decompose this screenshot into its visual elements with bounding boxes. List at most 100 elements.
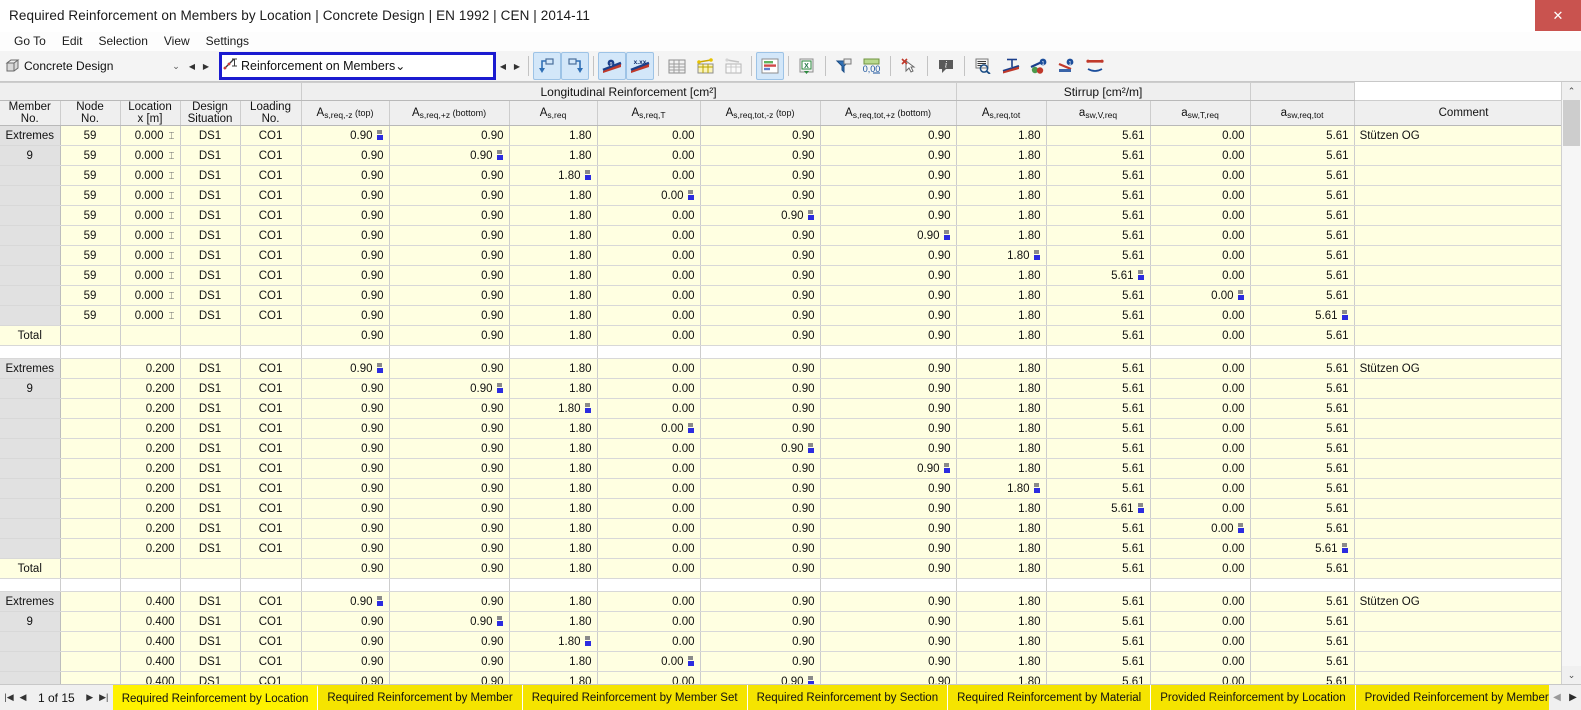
design-ratio-1-icon[interactable]: 1: [1025, 52, 1053, 80]
decimal-places-icon[interactable]: 0,00: [858, 52, 886, 80]
menu-item-view[interactable]: View: [156, 32, 198, 51]
last-page-button[interactable]: ▶|: [97, 686, 111, 710]
separator-cell: [820, 578, 957, 592]
table-row[interactable]: Extremes 0.200 DS1 CO1 0.90 0.90 1.80 0.00 0.90 0…: [0, 358, 1561, 379]
excel-export-icon[interactable]: X: [793, 52, 821, 80]
table-row[interactable]: 59 0.000 ⌶ DS1 CO1 0.90 0.90 1.80 0.00 0.90 0.90 1.…: [0, 185, 1561, 206]
tab-scroll-right-button[interactable]: ▶: [1565, 686, 1581, 710]
column-header-asw_v_req[interactable]: asw,V,req: [1046, 100, 1151, 126]
results-table-scroll[interactable]: Longitudinal Reinforcement [cm²] Stirrup …: [0, 82, 1561, 684]
table-row[interactable]: 9 0.200 DS1 CO1 0.90 0.90 1.80 0.00 0.90 0.90 1.80…: [0, 378, 1561, 399]
table-combo[interactable]: Reinforcement on Members ⌄: [219, 52, 496, 80]
table-row[interactable]: 0.400 DS1 CO1 0.90 0.90 1.80 0.00 0.90 0.90 1.80 5…: [0, 651, 1561, 672]
find-in-table-icon[interactable]: [969, 52, 997, 80]
menu-item-go-to[interactable]: Go To: [6, 32, 54, 51]
module-prev-button[interactable]: ◀: [185, 55, 199, 77]
column-header-asw_req_tot[interactable]: asw,req,tot: [1250, 100, 1355, 126]
column-header-asw_t_req[interactable]: asw,T,req: [1150, 100, 1251, 126]
cell-value: 0.00: [1222, 615, 1245, 628]
section-result-icon[interactable]: [997, 52, 1025, 80]
menu-item-settings[interactable]: Settings: [198, 32, 257, 51]
column-header-as_req_pz_bottom[interactable]: As,req,+z (bottom): [389, 100, 510, 126]
show-max-values-icon[interactable]: 9: [598, 52, 626, 80]
column-header-design_situation[interactable]: Design Situation: [180, 100, 241, 126]
table-row[interactable]: Extremes 0.400 DS1 CO1 0.90 0.90 1.80 0.00 0.90 0…: [0, 591, 1561, 612]
column-header-location[interactable]: Location x [m]: [120, 100, 181, 126]
sheet-tab-3[interactable]: Required Reinforcement by Section: [747, 685, 949, 710]
module-combo[interactable]: Concrete Design ⌄: [2, 55, 185, 77]
next-page-button[interactable]: ▶: [83, 686, 97, 710]
table-export-highlight-icon[interactable]: [691, 52, 719, 80]
redo-arrow-icon[interactable]: [561, 52, 589, 80]
table-row[interactable]: 0.400 DS1 CO1 0.90 0.90 1.80 0.00 0.90 0.90 1.80 5…: [0, 631, 1561, 652]
column-header-node[interactable]: Node No.: [60, 100, 121, 126]
table-row[interactable]: 0.200 DS1 CO1 0.90 0.90 1.80 0.00 0.90 0.90 1.80 5…: [0, 498, 1561, 519]
table-row[interactable]: 0.200 DS1 CO1 0.90 0.90 1.80 0.00 0.90 0.90 1.80 5…: [0, 418, 1561, 439]
table-row[interactable]: 59 0.000 ⌶ DS1 CO1 0.90 0.90 1.80 0.00 0.90 0.90 1.…: [0, 225, 1561, 246]
vertical-scroll-track[interactable]: [1562, 100, 1581, 666]
cell-asw_v_req: 5.61: [1046, 498, 1151, 519]
column-header-as_req_tot_pz_bottom[interactable]: As,req,tot,+z (bottom): [820, 100, 957, 126]
column-header-comment[interactable]: Comment: [1354, 100, 1561, 126]
table-row[interactable]: 59 0.000 ⌶ DS1 CO1 0.90 0.90 1.80 0.00 0.90 0.90 1.…: [0, 245, 1561, 266]
chevron-down-icon-2[interactable]: ⌄: [395, 59, 405, 73]
table-prev-button[interactable]: ◀: [496, 55, 510, 77]
table-row[interactable]: 59 0.000 ⌶ DS1 CO1 0.90 0.90 1.80 0.00 0.90 0.90 1.…: [0, 305, 1561, 326]
cell-design-situation: DS1: [180, 538, 241, 559]
vertical-scroll-thumb[interactable]: [1563, 100, 1580, 146]
table-row[interactable]: 59 0.000 ⌶ DS1 CO1 0.90 0.90 1.80 0.00 0.90 0.90 1.…: [0, 165, 1561, 186]
table-next-button[interactable]: ▶: [510, 55, 524, 77]
table-row[interactable]: 0.200 DS1 CO1 0.90 0.90 1.80 0.00 0.90 0.90 1.80 5…: [0, 398, 1561, 419]
table-row[interactable]: 59 0.000 ⌶ DS1 CO1 0.90 0.90 1.80 0.00 0.90 0.90 1.…: [0, 265, 1561, 286]
table-row[interactable]: 59 0.000 ⌶ DS1 CO1 0.90 0.90 1.80 0.00 0.90 0.90 1.…: [0, 205, 1561, 226]
chevron-down-icon[interactable]: ⌄: [167, 61, 185, 72]
table-row[interactable]: 0.200 DS1 CO1 0.90 0.90 1.80 0.00 0.90 0.90 1.80 5…: [0, 538, 1561, 559]
sheet-tab-4[interactable]: Required Reinforcement by Material: [948, 685, 1152, 710]
cell-value: 0.90: [928, 309, 951, 322]
sheet-tab-6[interactable]: Provided Reinforcement by Member: [1355, 685, 1549, 710]
prev-page-button[interactable]: ◀: [16, 686, 30, 710]
sheet-tab-2[interactable]: Required Reinforcement by Member Set: [522, 685, 748, 710]
first-page-button[interactable]: |◀: [2, 686, 16, 710]
cell-design-situation: DS1: [180, 631, 241, 652]
column-header-as_req[interactable]: As,req: [509, 100, 598, 126]
cell-value: 0.00: [672, 635, 695, 648]
column-header-member[interactable]: Member No.: [0, 100, 61, 126]
menu-item-selection[interactable]: Selection: [91, 32, 156, 51]
menu-item-edit[interactable]: Edit: [54, 32, 91, 51]
scroll-up-button[interactable]: ⌃: [1562, 82, 1581, 100]
show-values-xxx-icon[interactable]: x.xx: [626, 52, 654, 80]
close-button[interactable]: ✕: [1535, 0, 1581, 31]
filter-icon[interactable]: [830, 52, 858, 80]
vertical-scrollbar[interactable]: ⌃ ⌄: [1561, 82, 1581, 684]
column-header-as_req_tot[interactable]: As,req,tot: [956, 100, 1047, 126]
info-balloon-icon[interactable]: i: [932, 52, 960, 80]
table-row[interactable]: 0.200 DS1 CO1 0.90 0.90 1.80 0.00 0.90 0.90 1.80 5…: [0, 438, 1561, 459]
cell-value: 5.61: [1326, 482, 1349, 495]
clear-selection-icon[interactable]: [895, 52, 923, 80]
table-grid-icon[interactable]: [663, 52, 691, 80]
scroll-down-button[interactable]: ⌄: [1562, 666, 1581, 684]
column-header-as_req_tot_mz_top[interactable]: As,req,tot,-z (top): [700, 100, 821, 126]
column-header-loading[interactable]: Loading No.: [240, 100, 302, 126]
member-result-icon[interactable]: [1081, 52, 1109, 80]
sheet-tab-0[interactable]: Required Reinforcement by Location: [112, 685, 319, 710]
table-row[interactable]: 0.400 DS1 CO1 0.90 0.90 1.80 0.00 0.90 0.90 1.80 5…: [0, 671, 1561, 684]
table-row[interactable]: 59 0.000 ⌶ DS1 CO1 0.90 0.90 1.80 0.00 0.90 0.90 1.…: [0, 285, 1561, 306]
tab-scroll-left-button[interactable]: ◀: [1549, 686, 1565, 710]
sheet-tab-1[interactable]: Required Reinforcement by Member: [318, 685, 523, 710]
table-transfer-icon[interactable]: [719, 52, 747, 80]
design-ratio-2-icon[interactable]: 1: [1053, 52, 1081, 80]
module-next-button[interactable]: ▶: [199, 55, 213, 77]
column-header-as_req_mz_top[interactable]: As,req,-z (top): [301, 100, 390, 126]
table-row[interactable]: Extremes 59 0.000 ⌶ DS1 CO1 0.90 0.90 1.80 0.00 0.…: [0, 125, 1561, 146]
table-row[interactable]: 0.200 DS1 CO1 0.90 0.90 1.80 0.00 0.90 0.90 1.80 5…: [0, 478, 1561, 499]
table-row[interactable]: 9 59 0.000 ⌶ DS1 CO1 0.90 0.90 1.80 0.00 0.90 0.90 1…: [0, 145, 1561, 166]
table-row[interactable]: 9 0.400 DS1 CO1 0.90 0.90 1.80 0.00 0.90 0.90 1.80…: [0, 611, 1561, 632]
diagram-bar-icon[interactable]: [756, 52, 784, 80]
sheet-tab-5[interactable]: Provided Reinforcement by Location: [1151, 685, 1356, 710]
column-header-as_req_t[interactable]: As,req,T: [597, 100, 701, 126]
undo-arrow-icon[interactable]: [533, 52, 561, 80]
table-row[interactable]: 0.200 DS1 CO1 0.90 0.90 1.80 0.00 0.90 0.90 1.80 5…: [0, 518, 1561, 539]
table-row[interactable]: 0.200 DS1 CO1 0.90 0.90 1.80 0.00 0.90 0.90 1.80 5…: [0, 458, 1561, 479]
